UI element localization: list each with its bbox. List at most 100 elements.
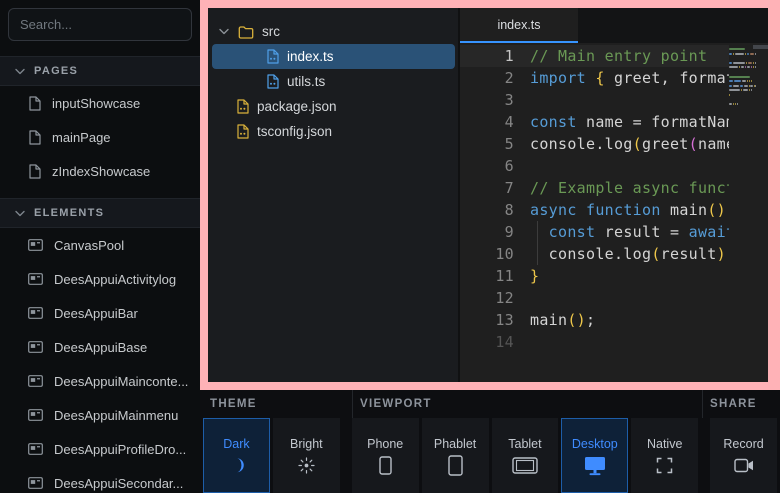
code-line-13: 13main(); <box>460 309 729 331</box>
line-text: } <box>514 265 729 287</box>
sidebar-item-zindexshowcase[interactable]: zIndexShowcase <box>0 154 200 188</box>
sidebar-item-label: DeesAppuiBar <box>54 306 138 321</box>
scrollbar-thumb[interactable] <box>753 45 768 49</box>
app-root: PAGES inputShowcase mainPagezIndexShowcase… <box>0 0 780 493</box>
toolbar-button-label: Native <box>647 437 682 451</box>
desktop-icon <box>584 457 606 475</box>
section-label: ELEMENTS <box>34 207 104 219</box>
code-line-1: 1// Main entry point <box>460 45 729 67</box>
sidebar-item-inputshowcase[interactable]: inputShowcase <box>0 86 200 120</box>
line-number: 12 <box>460 287 514 309</box>
editor-body: 1// Main entry point2import { greet, for… <box>460 43 768 382</box>
sidebar-item-deesappuisecondar[interactable]: DeesAppuiSecondar... <box>0 466 200 493</box>
sidebar-item-deesappuimainmenu[interactable]: DeesAppuiMainmenu <box>0 398 200 432</box>
toolbar-button-record[interactable]: Record <box>710 418 777 493</box>
sidebar-item-deesappuibase[interactable]: DeesAppuiBase <box>0 330 200 364</box>
toolbar-button-bright[interactable]: Bright <box>273 418 340 493</box>
minimap[interactable] <box>729 45 756 382</box>
sidebar-item-deesappuibar[interactable]: DeesAppuiBar <box>0 296 200 330</box>
bottom-toolbar: THEMEVIEWPORTSHARE DarkBright Phone Phable… <box>200 390 780 493</box>
toolbar-header: THEMEVIEWPORTSHARE <box>200 390 780 418</box>
toolbar-section-label-theme: THEME <box>210 398 257 410</box>
tab-index-ts[interactable]: index.ts <box>460 8 578 43</box>
chevron-down-icon <box>15 68 25 75</box>
ts-file-icon <box>266 49 279 64</box>
line-number: 1 <box>460 45 514 67</box>
tree-item-package-json[interactable]: package.json <box>212 94 455 119</box>
code-line-14: 14 <box>460 331 729 353</box>
sidebar: PAGES inputShowcase mainPagezIndexShowcase… <box>0 0 200 493</box>
minimap-line <box>729 99 756 101</box>
line-text: const name = formatName('World'); <box>514 111 729 133</box>
sidebar-item-label: DeesAppuiBase <box>54 340 147 355</box>
section-header-pages[interactable]: PAGES <box>0 56 200 86</box>
minimap-line <box>729 57 756 59</box>
toolbar-button-label: Phablet <box>434 437 476 451</box>
tree-item-tsconfig-json[interactable]: tsconfig.json <box>212 119 455 144</box>
sidebar-item-canvaspool[interactable]: CanvasPool <box>0 228 200 262</box>
toolbar-button-phone[interactable]: Phone <box>352 418 419 493</box>
code-line-11: 11} <box>460 265 729 287</box>
tree-item-label: package.json <box>257 99 337 114</box>
group-gap <box>701 418 710 493</box>
sidebar-item-label: DeesAppuiSecondar... <box>54 476 183 491</box>
line-number: 3 <box>460 89 514 111</box>
code-line-3: 3 <box>460 89 729 111</box>
search-input[interactable] <box>9 17 207 32</box>
code-line-10: 10 console.log(result); <box>460 243 729 265</box>
component-icon <box>28 409 43 421</box>
line-text: // Main entry point <box>514 45 729 67</box>
tree-item-src[interactable]: src <box>212 19 455 44</box>
minimap-line <box>729 94 756 96</box>
folder-icon <box>238 25 254 39</box>
sidebar-item-deesappuiactivitylog[interactable]: DeesAppuiActivitylog <box>0 262 200 296</box>
toolbar-button-label: Tablet <box>508 437 541 451</box>
tree-item-index-ts[interactable]: index.ts <box>212 44 455 69</box>
line-text: console.log(result); <box>514 243 729 265</box>
toolbar-button-dark[interactable]: Dark <box>203 418 270 493</box>
sidebar-section-pages: PAGES inputShowcase mainPagezIndexShowcase <box>0 56 200 188</box>
editor-scrollbar[interactable] <box>756 45 768 382</box>
minimap-line <box>729 76 756 78</box>
toolbar-button-tablet[interactable]: Tablet <box>492 418 559 493</box>
sidebar-item-label: DeesAppuiMainmenu <box>54 408 178 423</box>
toolbar-button-phablet[interactable]: Phablet <box>422 418 489 493</box>
sidebar-item-mainpage[interactable]: mainPage <box>0 120 200 154</box>
json-file-icon <box>236 99 249 114</box>
component-icon <box>28 375 43 387</box>
line-text <box>514 287 729 309</box>
phablet-icon <box>448 457 463 475</box>
sidebar-section-elements: ELEMENTS CanvasPoolDeesAppuiActivitylog De… <box>0 198 200 493</box>
toolbar-button-native[interactable]: Native <box>631 418 698 493</box>
sun-icon <box>298 457 315 475</box>
minimap-line <box>729 48 756 50</box>
tree-item-utils-ts[interactable]: utils.ts <box>212 69 455 94</box>
line-text: console.log(greet(name)); <box>514 133 729 155</box>
page-icon <box>28 130 41 145</box>
component-icon <box>28 341 43 353</box>
toolbar-button-label: Phone <box>367 437 403 451</box>
sidebar-item-deesappuiprofiledro[interactable]: DeesAppuiProfileDro... <box>0 432 200 466</box>
sidebar-item-deesappuimainconte[interactable]: DeesAppuiMainconte... <box>0 364 200 398</box>
code-line-4: 4const name = formatName('World'); <box>460 111 729 133</box>
sidebar-item-label: inputShowcase <box>52 96 140 111</box>
code-area[interactable]: 1// Main entry point2import { greet, for… <box>460 45 729 382</box>
line-text: async function main() { <box>514 199 729 221</box>
tree-item-label: index.ts <box>287 49 334 64</box>
section-label: PAGES <box>34 65 78 77</box>
section-header-elements[interactable]: ELEMENTS <box>0 198 200 228</box>
minimap-line <box>729 71 756 73</box>
code-line-7: 7// Example async function <box>460 177 729 199</box>
code-line-9: 9 const result = await greet(name); <box>460 221 729 243</box>
group-gap <box>343 418 352 493</box>
toolbar-button-desktop[interactable]: Desktop <box>561 418 628 493</box>
file-tree: src index.ts utils.ts package.json tsconfig.… <box>208 8 460 382</box>
line-number: 7 <box>460 177 514 199</box>
minimap-line <box>729 108 756 110</box>
code-line-5: 5console.log(greet(name)); <box>460 133 729 155</box>
minimap-line <box>729 89 756 91</box>
line-text <box>514 155 729 177</box>
component-icon <box>28 307 43 319</box>
line-number: 10 <box>460 243 514 265</box>
component-icon <box>28 477 43 489</box>
